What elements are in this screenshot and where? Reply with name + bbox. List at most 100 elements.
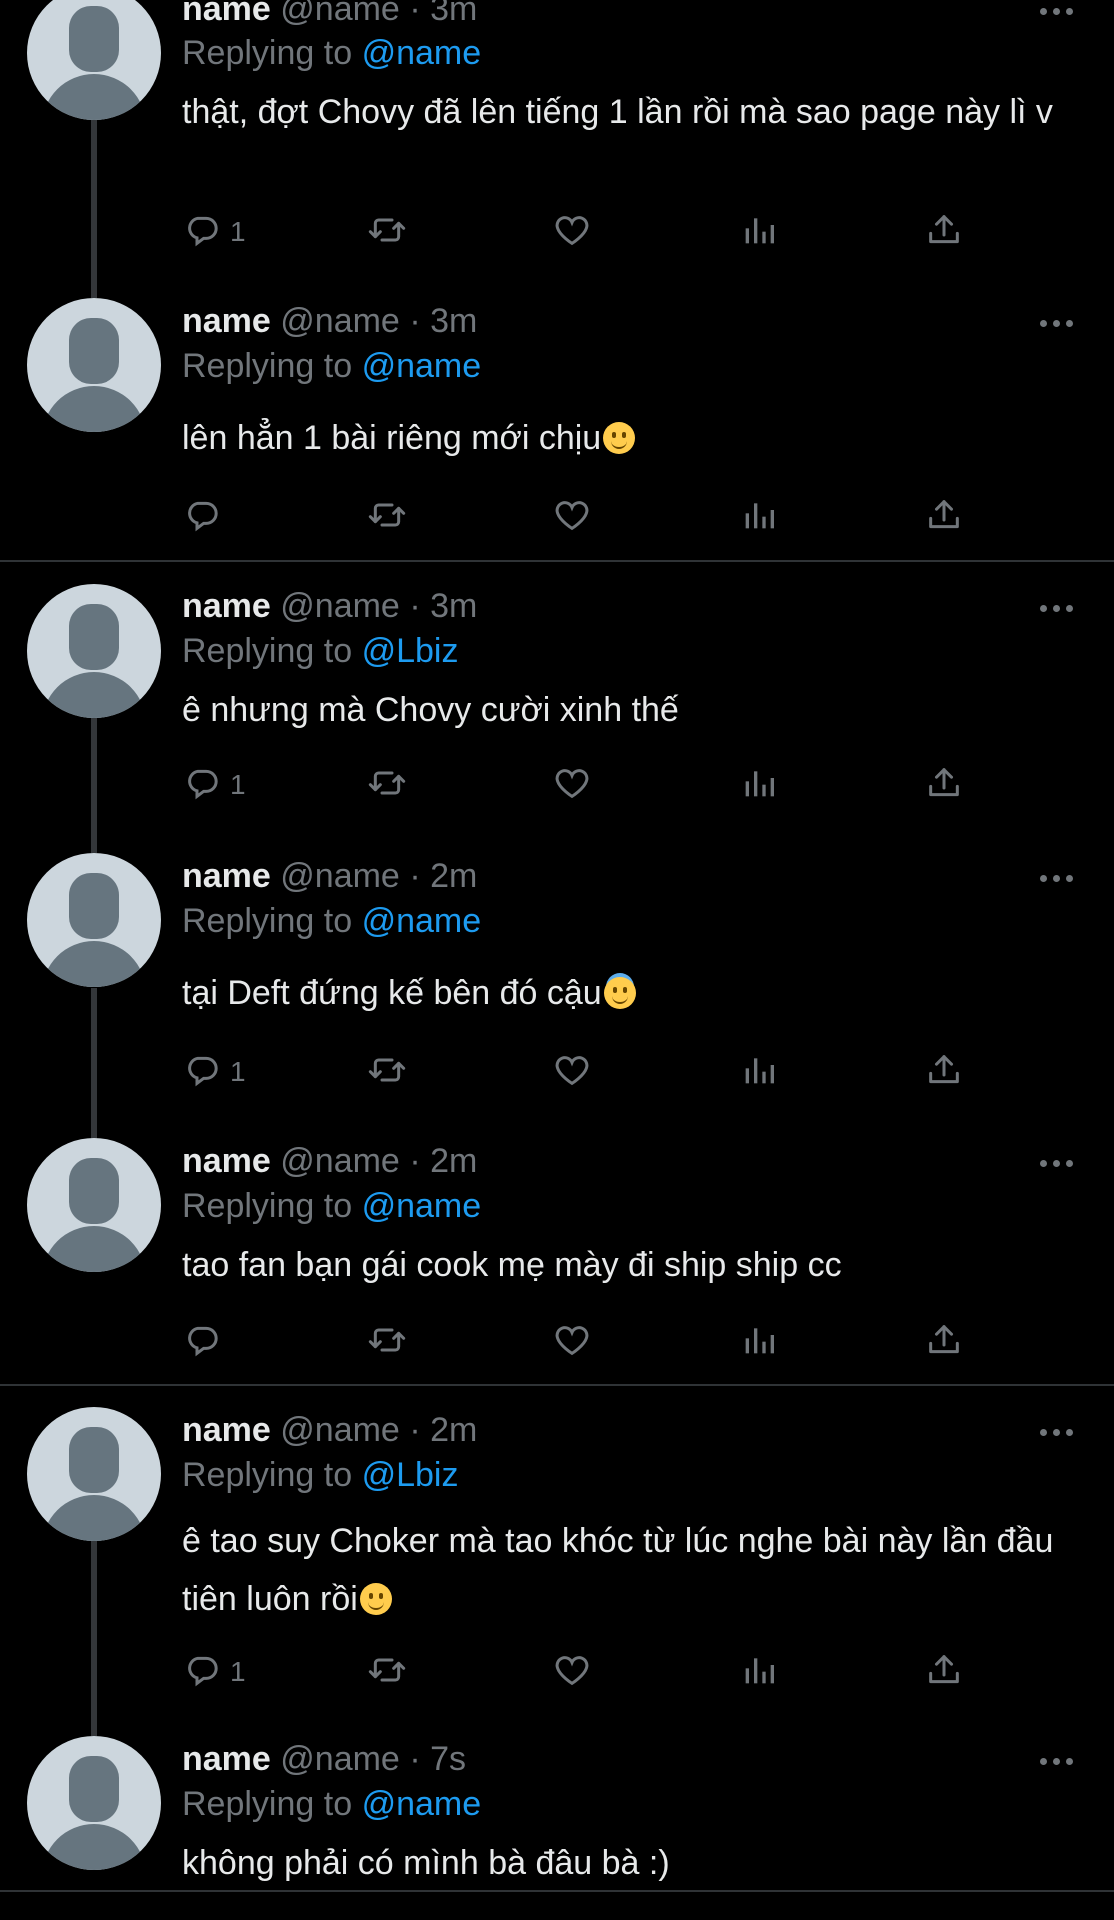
separator: · — [409, 857, 421, 895]
retweet-icon — [367, 763, 407, 808]
like-icon — [552, 1320, 592, 1365]
handle[interactable]: @name — [280, 1142, 400, 1180]
avatar[interactable] — [27, 1736, 161, 1870]
display-name[interactable]: name — [182, 0, 271, 28]
views-button[interactable] — [739, 1050, 779, 1094]
reply-button[interactable] — [182, 1320, 230, 1364]
display-name[interactable]: name — [182, 302, 271, 340]
handle[interactable]: @name — [280, 1740, 400, 1778]
handle[interactable]: @name — [280, 0, 400, 28]
mention-link[interactable]: @Lbiz — [362, 632, 459, 670]
retweet-button[interactable] — [367, 210, 407, 254]
avatar[interactable] — [27, 1407, 161, 1541]
tweet-text: lên hẳn 1 bài riêng mới chịu — [182, 416, 1062, 460]
display-name[interactable]: name — [182, 1740, 271, 1778]
mention-link[interactable]: @name — [362, 902, 482, 940]
like-button[interactable] — [552, 495, 592, 539]
avatar[interactable] — [27, 1138, 161, 1272]
mention-link[interactable]: @name — [362, 34, 482, 72]
reply-count: 1 — [230, 769, 246, 800]
more-icon[interactable] — [1040, 873, 1080, 885]
more-icon[interactable] — [1040, 1427, 1080, 1439]
avatar[interactable] — [27, 0, 161, 120]
tweet-text: ê nhưng mà Chovy cười xinh thế — [182, 691, 679, 729]
reply-icon — [182, 763, 222, 808]
reply-button[interactable]: 1 — [182, 210, 246, 254]
thread-line — [91, 1540, 97, 1736]
more-icon[interactable] — [1040, 1756, 1080, 1768]
mention-link[interactable]: @name — [362, 347, 482, 385]
slightly-smiling-face-icon — [359, 1583, 392, 1615]
more-icon[interactable] — [1040, 6, 1080, 18]
like-button[interactable] — [552, 1650, 592, 1694]
retweet-button[interactable] — [367, 1320, 407, 1364]
avatar[interactable] — [27, 853, 161, 987]
handle[interactable]: @name — [280, 302, 400, 340]
smiling-face-with-halo-icon — [603, 977, 636, 1009]
tweet-actions: 1 — [182, 1050, 1002, 1094]
timestamp[interactable]: 2m — [430, 857, 477, 895]
timestamp[interactable]: 3m — [430, 0, 477, 28]
replying-label: Replying to — [182, 34, 353, 72]
timestamp[interactable]: 3m — [430, 587, 477, 625]
reply-button[interactable]: 1 — [182, 763, 246, 807]
more-icon[interactable] — [1040, 318, 1080, 330]
share-button[interactable] — [924, 1050, 964, 1094]
like-button[interactable] — [552, 763, 592, 807]
mention-link[interactable]: @name — [362, 1785, 482, 1823]
display-name[interactable]: name — [182, 1142, 271, 1180]
handle[interactable]: @name — [280, 1411, 400, 1449]
avatar[interactable] — [27, 298, 161, 432]
reply-icon — [182, 495, 222, 540]
display-name[interactable]: name — [182, 857, 271, 895]
views-button[interactable] — [739, 1650, 779, 1694]
display-name[interactable]: name — [182, 587, 271, 625]
like-icon — [552, 763, 592, 808]
like-button[interactable] — [552, 1050, 592, 1094]
separator: · — [409, 1142, 421, 1180]
retweet-button[interactable] — [367, 763, 407, 807]
reply-button[interactable]: 1 — [182, 1050, 246, 1094]
share-button[interactable] — [924, 1650, 964, 1694]
timestamp[interactable]: 3m — [430, 302, 477, 340]
views-icon — [739, 1320, 779, 1365]
thread-line — [91, 120, 97, 298]
mention-link[interactable]: @Lbiz — [362, 1456, 459, 1494]
tweet-text: ê tao suy Choker mà tao khóc từ lúc nghe… — [182, 1522, 1054, 1618]
views-icon — [739, 1050, 779, 1095]
timestamp[interactable]: 2m — [430, 1411, 477, 1449]
avatar[interactable] — [27, 584, 161, 718]
retweet-button[interactable] — [367, 495, 407, 539]
views-button[interactable] — [739, 1320, 779, 1364]
mention-link[interactable]: @name — [362, 1187, 482, 1225]
like-button[interactable] — [552, 210, 592, 254]
share-button[interactable] — [924, 1320, 964, 1364]
retweet-button[interactable] — [367, 1650, 407, 1694]
handle[interactable]: @name — [280, 857, 400, 895]
like-icon — [552, 1050, 592, 1095]
retweet-button[interactable] — [367, 1050, 407, 1094]
reply-button[interactable]: 1 — [182, 1650, 246, 1694]
more-icon[interactable] — [1040, 1158, 1080, 1170]
views-icon — [739, 763, 779, 808]
views-button[interactable] — [739, 210, 779, 254]
share-button[interactable] — [924, 495, 964, 539]
like-button[interactable] — [552, 1320, 592, 1364]
retweet-icon — [367, 1050, 407, 1095]
reply-button[interactable] — [182, 495, 230, 539]
timestamp[interactable]: 2m — [430, 1142, 477, 1180]
thread-line — [91, 988, 97, 1140]
timestamp[interactable]: 7s — [430, 1740, 466, 1778]
tweet-text: tại Deft đứng kế bên đó cậu — [182, 971, 1062, 1015]
views-button[interactable] — [739, 495, 779, 539]
conversation-divider — [0, 560, 1114, 562]
handle[interactable]: @name — [280, 587, 400, 625]
share-button[interactable] — [924, 763, 964, 807]
display-name[interactable]: name — [182, 1411, 271, 1449]
more-icon[interactable] — [1040, 603, 1080, 615]
share-button[interactable] — [924, 210, 964, 254]
tweet-actions: 1 — [182, 210, 1002, 254]
reply-count: 1 — [230, 216, 246, 247]
tweet-actions — [182, 1320, 1002, 1364]
views-button[interactable] — [739, 763, 779, 807]
